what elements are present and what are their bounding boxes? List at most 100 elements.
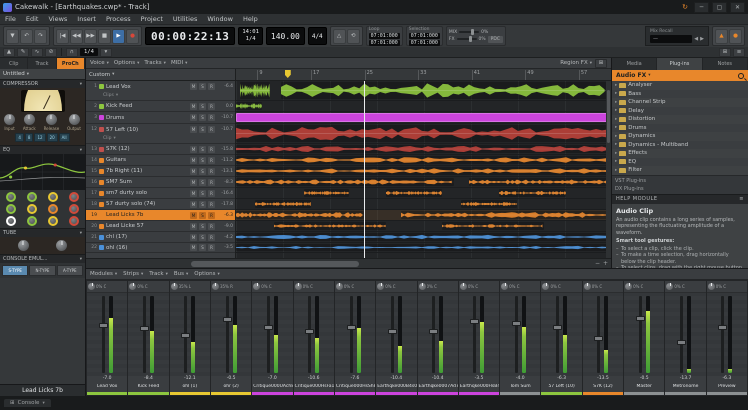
redo-icon[interactable]: ↷ [34, 29, 47, 44]
grid-icon[interactable]: ⊞ [719, 48, 731, 57]
mute-button[interactable]: M [190, 201, 197, 208]
audio-clip[interactable] [236, 211, 364, 219]
zoom-in-icon[interactable]: + [603, 260, 608, 267]
plugin-folder[interactable]: ▸EQ [612, 158, 748, 167]
track-row[interactable]: 16SM7 SumMSR-8.3 [86, 177, 235, 188]
eq-header[interactable]: EQ ▾ [0, 145, 85, 154]
plugin-folder[interactable]: ▸Filter [612, 166, 748, 175]
clip-lane[interactable] [236, 243, 611, 253]
pan-knob[interactable] [625, 283, 632, 290]
inspector-tab-clip[interactable]: Clip [0, 58, 28, 69]
eq-band-knob[interactable] [69, 204, 79, 214]
fader-track[interactable] [597, 296, 600, 373]
fader-track[interactable] [473, 296, 476, 373]
audio-clip[interactable] [304, 189, 349, 197]
arm-button[interactable]: R [208, 126, 215, 133]
snap-magnet-icon[interactable]: ∩ [66, 48, 78, 57]
menu-file[interactable]: File [0, 15, 21, 23]
arm-button[interactable]: R [208, 83, 215, 90]
clip-lane[interactable] [236, 81, 611, 101]
plugin-folder[interactable]: ▸Channel Strip [612, 98, 748, 107]
mute-button[interactable]: M [190, 190, 197, 197]
snap-value[interactable]: 1/4 [80, 48, 98, 56]
marker-flag[interactable] [285, 70, 291, 78]
channel-strip[interactable]: 0% C-10.6Critique000HsFa1 [294, 281, 334, 395]
track-row[interactable]: 20Lead Licke 57MSR-9.0 [86, 221, 235, 232]
maximize-button[interactable]: ▢ [712, 2, 727, 13]
plugin-folder[interactable]: ▸Analyser [612, 81, 748, 90]
eq-graph[interactable] [0, 154, 85, 190]
inspector-tab-track[interactable]: Track [28, 58, 56, 69]
mute-button[interactable]: M [190, 244, 197, 251]
vertical-scrollbar[interactable] [606, 81, 611, 258]
eq-band-knob[interactable] [27, 204, 37, 214]
track-row[interactable]: 157b Right (11)MSR-13.1 [86, 166, 235, 177]
clip-lane[interactable] [236, 155, 611, 166]
plugin-folder[interactable]: ▸Distortion [612, 115, 748, 124]
audio-clip[interactable] [236, 156, 611, 164]
eq-band-knob[interactable] [48, 216, 58, 226]
pan-knob[interactable] [584, 283, 591, 290]
clip-lane[interactable] [236, 221, 611, 232]
list-icon[interactable]: ≡ [733, 48, 745, 57]
arm-button[interactable]: R [208, 103, 215, 110]
console-menu-track[interactable]: Track▾ [149, 271, 168, 277]
fader-track[interactable] [267, 296, 270, 373]
prochannel-preset[interactable]: Untitled ▾ [0, 69, 85, 79]
fx-slider[interactable] [457, 38, 477, 40]
solo-button[interactable]: S [199, 179, 206, 186]
recall-next-icon[interactable]: ▶ [700, 36, 704, 42]
track-row[interactable]: 1857 durty solo (74)MSR-17.8 [86, 199, 235, 210]
recall-prev-icon[interactable]: ◀ [694, 36, 698, 42]
menu-edit[interactable]: Edit [21, 15, 44, 23]
fader-thumb[interactable] [388, 329, 397, 334]
mute-button[interactable]: M [190, 126, 197, 133]
audio-clip[interactable] [386, 189, 442, 197]
track-row[interactable]: 3DrumsMSR-10.7 [86, 112, 235, 124]
audio-clip[interactable] [255, 200, 311, 208]
menu-help[interactable]: Help [238, 15, 263, 23]
audio-clip[interactable] [401, 211, 611, 219]
console-menu-strips[interactable]: Strips▾ [123, 271, 143, 277]
console-menu-bus[interactable]: Bus▾ [174, 271, 188, 277]
fader-track[interactable] [226, 296, 229, 373]
erase-tool-icon[interactable]: ⊘ [45, 48, 57, 57]
go-to-start-button[interactable]: |◀ [56, 29, 69, 44]
loop-end-time[interactable]: 07:01:000 [369, 40, 400, 46]
compressor-header[interactable]: COMPRESSOR ▾ [0, 79, 85, 88]
arm-button[interactable]: R [208, 223, 215, 230]
fader-track[interactable] [391, 296, 394, 373]
arm-button[interactable]: R [208, 114, 215, 121]
track-row[interactable]: 22ohl (16)MSR-3.5 [86, 243, 235, 253]
pan-knob[interactable] [212, 283, 219, 290]
meter-display[interactable]: 4/4 [308, 27, 327, 45]
arm-button[interactable]: R [208, 190, 215, 197]
export-icon[interactable]: ▲ [715, 29, 728, 44]
fader-thumb[interactable] [181, 333, 190, 338]
solo-button[interactable]: S [199, 190, 206, 197]
pan-knob[interactable] [419, 283, 426, 290]
console-type-s-type[interactable]: S-TYPE [2, 265, 28, 276]
mute-button[interactable]: M [190, 114, 197, 121]
audio-clip[interactable] [281, 82, 607, 99]
audio-clip[interactable] [236, 178, 454, 186]
solo-button[interactable]: S [199, 126, 206, 133]
menu-window[interactable]: Window [202, 15, 238, 23]
audio-clip[interactable] [236, 125, 611, 142]
release-knob[interactable] [46, 114, 57, 125]
fader-track[interactable] [143, 296, 146, 373]
fader-thumb[interactable] [553, 325, 562, 330]
arm-button[interactable]: R [208, 212, 215, 219]
plugin-folder[interactable]: ▸Bass [612, 90, 748, 99]
menu-process[interactable]: Process [101, 15, 136, 23]
browser-tab-plugins[interactable]: Plug-ins [657, 58, 702, 70]
clip-lane[interactable] [236, 199, 611, 210]
console-type-n-type[interactable]: N-TYPE [29, 265, 55, 276]
fast-forward-button[interactable]: ▶▶ [84, 29, 97, 44]
console-emulator-header[interactable]: CONSOLE EMUL... ▾ [0, 254, 85, 263]
plugin-folder[interactable]: ▸Dynamics [612, 132, 748, 141]
channel-strip[interactable]: 35% L-12.1ohl (1) [170, 281, 210, 395]
pan-knob[interactable] [666, 283, 673, 290]
eq-band-knob[interactable] [69, 192, 79, 202]
loop-icon[interactable]: ⟲ [347, 29, 360, 44]
